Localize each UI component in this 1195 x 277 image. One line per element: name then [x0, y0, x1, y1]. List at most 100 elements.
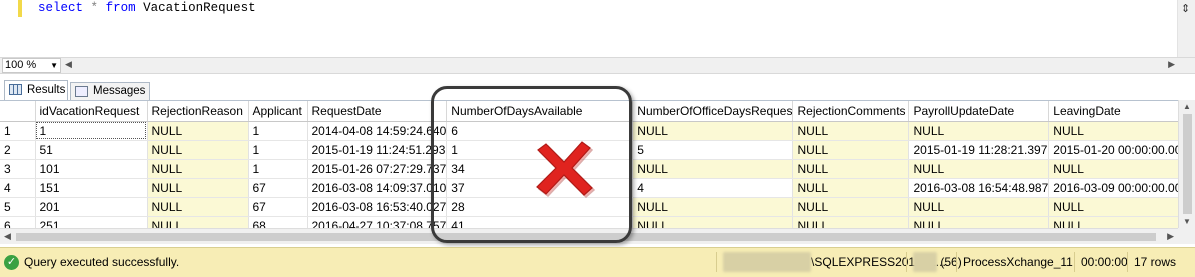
grid-cell[interactable]: 67	[248, 197, 308, 217]
row-number-header[interactable]	[0, 101, 36, 122]
results-grid[interactable]: idVacationRequest RejectionReason Applican…	[0, 100, 1195, 244]
grid-cell[interactable]: NULL	[1048, 159, 1190, 179]
grid-cell[interactable]: NULL	[147, 140, 249, 160]
zoom-value: 100 %	[5, 59, 37, 71]
redacted-user: XXX	[913, 252, 938, 272]
grid-cell[interactable]: NULL	[792, 121, 910, 141]
column-header[interactable]: LeavingDate	[1048, 101, 1190, 122]
change-marker	[18, 0, 22, 17]
scroll-up-icon[interactable]: ▲	[1183, 102, 1191, 111]
status-message: Query executed successfully.	[24, 255, 180, 269]
grid-cell[interactable]: 201	[35, 197, 148, 217]
grid-cell[interactable]: 151	[35, 178, 148, 198]
grid-cell[interactable]: 28	[446, 197, 634, 217]
split-icon[interactable]: ⇕	[1181, 2, 1190, 15]
scroll-left-icon[interactable]: ◀	[65, 59, 72, 70]
row-number[interactable]: 3	[0, 159, 36, 179]
column-header[interactable]: RejectionComments	[792, 101, 910, 122]
grid-cell[interactable]: 2015-01-19 11:28:21.397	[908, 140, 1050, 160]
zoom-bar: 100 % ▼ ◀ ▶	[0, 57, 1195, 74]
editor-vertical-scrollbar[interactable]: ⇕	[1177, 0, 1195, 57]
redacted-host: XXXXXXXXXXX	[723, 252, 812, 272]
grid-cell[interactable]: NULL	[1048, 197, 1190, 217]
status-database: ProcessXchange_11	[956, 252, 1073, 272]
column-header[interactable]: Applicant	[248, 101, 308, 122]
grid-cell[interactable]: NULL	[908, 197, 1050, 217]
grid-cell[interactable]: NULL	[792, 159, 910, 179]
keyword-select: select	[38, 1, 84, 15]
grid-cell[interactable]: 2015-01-20 00:00:00.000	[1048, 140, 1190, 160]
grid-cell[interactable]: NULL	[792, 140, 910, 160]
tab-messages-label: Messages	[93, 85, 146, 97]
check-circle-icon: ✓	[4, 255, 19, 270]
grid-cell[interactable]: 1	[248, 121, 308, 141]
grid-cell[interactable]: 2015-01-26 07:27:29.737	[307, 159, 448, 179]
status-rowcount: 17 rows	[1127, 252, 1176, 272]
grid-cell[interactable]: NULL	[908, 121, 1050, 141]
tab-results-label: Results	[27, 84, 66, 96]
asterisk: *	[90, 1, 99, 15]
grid-cell[interactable]: 101	[35, 159, 148, 179]
grid-cell[interactable]: NULL	[632, 197, 794, 217]
ssms-query-window: select * from VacationRequest ⇕ 100 % ▼ …	[0, 0, 1195, 277]
scroll-right-icon[interactable]: ▶	[1168, 59, 1175, 70]
grid-cell[interactable]: NULL	[632, 121, 794, 141]
query-text[interactable]: select * from VacationRequest	[38, 1, 256, 15]
scrollbar-corner	[1178, 228, 1195, 244]
keyword-from: from	[105, 1, 136, 15]
row-number[interactable]: 1	[0, 121, 36, 141]
row-number[interactable]: 5	[0, 197, 36, 217]
grid-cell[interactable]: 2016-03-08 16:54:48.987	[908, 178, 1050, 198]
grid-vertical-scrollbar[interactable]: ▲ ▼	[1178, 100, 1195, 228]
grid-cell[interactable]: NULL	[792, 197, 910, 217]
tab-messages[interactable]: Messages	[70, 82, 150, 100]
scroll-right-icon[interactable]: ▶	[1167, 231, 1174, 242]
scroll-thumb[interactable]	[1183, 114, 1192, 214]
grid-cell[interactable]: 1	[248, 159, 308, 179]
editor-horizontal-scrollbar[interactable]: ◀ ▶	[63, 59, 1175, 72]
row-number[interactable]: 4	[0, 178, 36, 198]
grid-cell[interactable]: 5	[632, 140, 794, 160]
chevron-down-icon[interactable]: ▼	[50, 59, 58, 72]
grid-cell[interactable]: 2016-03-08 16:53:40.027	[307, 197, 448, 217]
scroll-left-icon[interactable]: ◀	[4, 231, 11, 242]
grid-cell[interactable]: 2015-01-19 11:24:51.293	[307, 140, 448, 160]
query-editor[interactable]: select * from VacationRequest ⇕	[0, 0, 1195, 57]
grid-cell[interactable]: NULL	[147, 121, 249, 141]
red-x-mark-icon	[536, 141, 596, 198]
scroll-thumb[interactable]	[16, 233, 1156, 241]
grid-cell[interactable]: 4	[632, 178, 794, 198]
grid-cell[interactable]: NULL	[147, 159, 249, 179]
column-header[interactable]: NumberOfDaysAvailable	[446, 101, 634, 122]
grid-cell[interactable]: 1	[35, 121, 148, 141]
grid-cell[interactable]: 2014-04-08 14:59:24.640	[307, 121, 448, 141]
zoom-select[interactable]: 100 % ▼	[2, 58, 61, 73]
column-header[interactable]: RequestDate	[307, 101, 448, 122]
grid-header-row: idVacationRequest RejectionReason Applican…	[0, 101, 1190, 122]
column-header[interactable]: NumberOfOfficeDaysReques	[632, 101, 794, 122]
grid-cell[interactable]: NULL	[632, 159, 794, 179]
grid-cell[interactable]: 2016-03-09 00:00:00.000	[1048, 178, 1190, 198]
grid-horizontal-scrollbar[interactable]: ◀ ▶	[0, 228, 1178, 244]
column-header[interactable]: PayrollUpdateDate	[908, 101, 1050, 122]
row-number[interactable]: 2	[0, 140, 36, 160]
grid-cell[interactable]: NULL	[908, 159, 1050, 179]
grid-cell[interactable]: NULL	[792, 178, 910, 198]
grid-cell[interactable]: NULL	[147, 197, 249, 217]
grid-cell[interactable]: 67	[248, 178, 308, 198]
column-header[interactable]: idVacationRequest	[35, 101, 148, 122]
table-name: VacationRequest	[143, 1, 256, 15]
results-tabs: Results Messages	[0, 76, 1195, 100]
column-header[interactable]: RejectionReason	[147, 101, 249, 122]
grid-results-icon	[9, 84, 22, 95]
status-elapsed: 00:00:00	[1074, 252, 1128, 272]
grid-cell[interactable]: 2016-03-08 14:09:37.010	[307, 178, 448, 198]
grid-cell[interactable]: 51	[35, 140, 148, 160]
grid-cell[interactable]: 1	[248, 140, 308, 160]
scroll-down-icon[interactable]: ▼	[1183, 217, 1191, 226]
grid-cell[interactable]: NULL	[1048, 121, 1190, 141]
tab-results[interactable]: Results	[4, 80, 68, 100]
grid-cell[interactable]: NULL	[147, 178, 249, 198]
status-bar: ✓ Query executed successfully. XXXXXXXXX…	[0, 247, 1195, 277]
table-row[interactable]: 5 201 NULL 67 2016-03-08 16:53:40.027 28 NULL N…	[0, 197, 1190, 217]
